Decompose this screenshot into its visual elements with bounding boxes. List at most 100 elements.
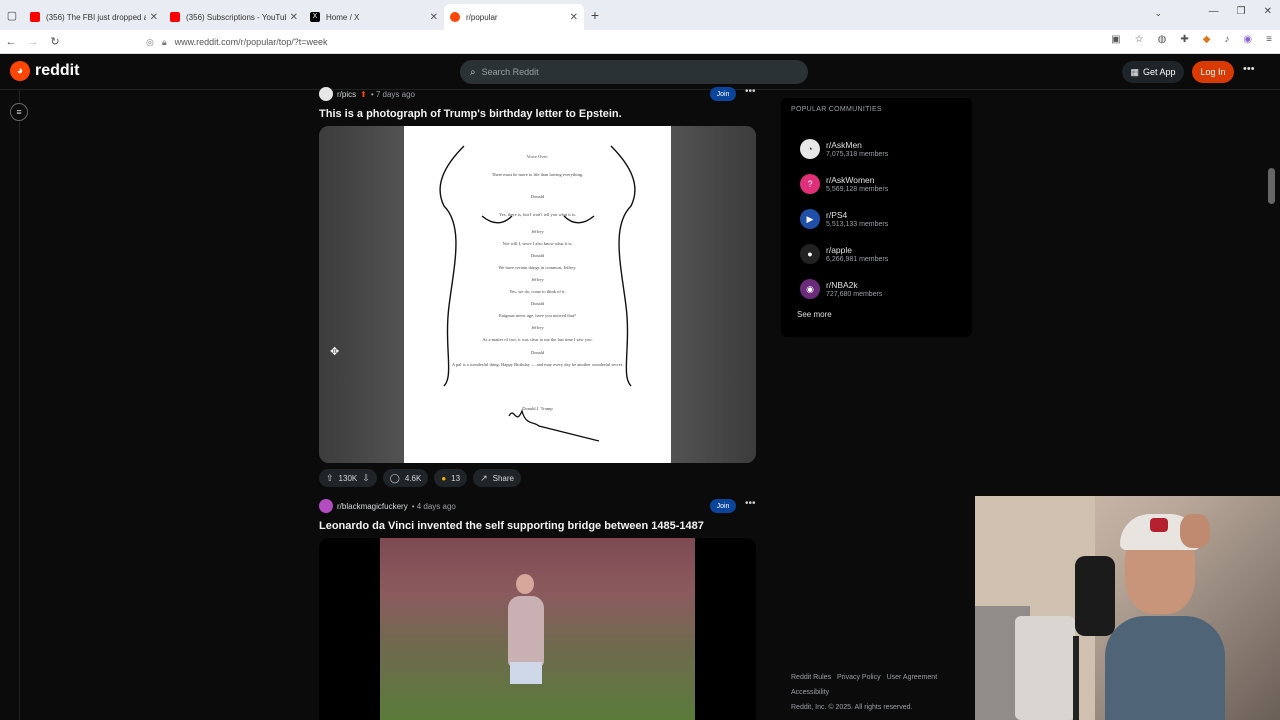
chevron-down-icon[interactable]: ⌄	[1154, 8, 1162, 19]
footer-link[interactable]: Reddit Rules	[791, 674, 831, 681]
url-text: www.reddit.com/r/popular/top/?t=week	[174, 37, 328, 47]
close-icon[interactable]: ✕	[150, 12, 158, 23]
share-button[interactable]: ↗ Share	[473, 469, 521, 487]
community-avatar: ?	[800, 174, 820, 194]
vote-count: 130K	[338, 473, 358, 483]
post-meta: r/blackmagicfuckery • 4 days ago	[319, 499, 456, 513]
tab-actions-icon[interactable]: ▢	[0, 0, 24, 30]
subreddit-avatar[interactable]	[319, 87, 333, 101]
url-field[interactable]: ◎ 🔒︎ www.reddit.com/r/popular/top/?t=wee…	[146, 33, 1066, 51]
letter-line: Jeffrey	[531, 229, 544, 234]
comment-count: 4.6K	[404, 473, 422, 483]
subreddit-link[interactable]: r/blackmagicfuckery	[337, 502, 408, 511]
back-arrow-icon[interactable]: ←	[0, 36, 22, 48]
star-icon[interactable]: ☆	[1135, 34, 1144, 45]
letter-line: Donald	[530, 350, 545, 355]
letter-line: We have certain things in common, Jeffre…	[498, 265, 577, 270]
search-input[interactable]: ⌕ Search Reddit	[460, 60, 808, 84]
community-item[interactable]: ? r/AskWomen 5,569,128 members	[800, 172, 960, 196]
forward-arrow-icon[interactable]: →	[22, 36, 44, 48]
hamburger-menu-icon[interactable]: ≡	[10, 103, 28, 121]
audio-icon[interactable]: ♪	[1224, 34, 1229, 45]
close-icon[interactable]: ✕	[430, 12, 438, 23]
more-options-icon[interactable]: •••	[1243, 63, 1255, 75]
webcam-person-body	[1105, 616, 1225, 720]
screenshot-icon[interactable]: ▣	[1111, 34, 1120, 45]
reddit-header: ◕ reddit ⌕ Search Reddit ▦ Get App Log I…	[0, 54, 1280, 90]
post-image[interactable]: Voice Over: There must be more to life t…	[319, 126, 756, 463]
community-name: r/AskWomen	[826, 174, 875, 185]
get-app-label: Get App	[1142, 67, 1176, 77]
comments-button[interactable]: ◯ 4.6K	[382, 469, 429, 487]
join-button[interactable]: Join	[710, 499, 736, 513]
letter-image: Voice Over: There must be more to life t…	[404, 126, 671, 463]
community-item[interactable]: ◉ r/NBA2k 727,680 members	[800, 277, 960, 301]
get-app-button[interactable]: ▦ Get App	[1122, 61, 1184, 83]
new-tab-button[interactable]: +	[584, 7, 606, 23]
downvote-icon[interactable]: ⇩	[362, 473, 370, 484]
community-item[interactable]: ▶ r/PS4 5,513,133 members	[800, 207, 960, 231]
minimize-icon[interactable]: —	[1209, 6, 1219, 17]
letter-line: Enigmas never age, have you noticed that…	[498, 313, 577, 318]
site-info-icon[interactable]: ◎	[146, 37, 154, 48]
award-button[interactable]: ● 13	[434, 469, 468, 487]
close-window-icon[interactable]: ✕	[1264, 6, 1272, 17]
scrollbar-thumb[interactable]	[1268, 168, 1275, 204]
browser-tab[interactable]: (356) Subscriptions - YouTube ✕	[164, 4, 304, 30]
community-members: 7,075,318 members	[826, 150, 889, 158]
browser-tab[interactable]: X Home / X ✕	[304, 4, 444, 30]
post-title[interactable]: Leonardo da Vinci invented the self supp…	[319, 520, 704, 532]
community-item[interactable]: ● r/apple 6,266,981 members	[800, 242, 960, 266]
webcam-chair	[1015, 616, 1075, 720]
letter-signature-name: Donald J. Trump	[522, 406, 553, 411]
post-actions: ⇧ 130K ⇩ ◯ 4.6K ● 13 ↗ Share	[319, 469, 521, 487]
reddit-icon	[450, 12, 460, 22]
subreddit-avatar[interactable]	[319, 499, 333, 513]
see-more-link[interactable]: See more	[797, 310, 832, 319]
close-icon[interactable]: ✕	[570, 12, 578, 23]
reddit-logo[interactable]: ◕ reddit	[10, 61, 79, 81]
community-name: r/NBA2k	[826, 279, 858, 290]
community-avatar: ●	[800, 244, 820, 264]
post-options-icon[interactable]: •••	[745, 498, 756, 509]
award-icon: ⬆	[360, 89, 367, 99]
tab-title: Home / X	[326, 12, 360, 22]
comment-icon: ◯	[389, 472, 400, 483]
close-icon[interactable]: ✕	[290, 12, 298, 23]
window-controls: — ❐ ✕	[1209, 6, 1272, 17]
post-title[interactable]: This is a photograph of Trump's birthday…	[319, 108, 622, 120]
join-button[interactable]: Join	[710, 87, 736, 101]
video-frame	[380, 538, 695, 720]
letter-line: There must be more to life than having e…	[491, 172, 584, 177]
assistant-icon[interactable]: ◉	[1243, 34, 1252, 45]
mouse-cursor-icon: ✥	[330, 346, 340, 358]
copyright: Reddit, Inc. © 2025. All rights reserved…	[791, 704, 913, 711]
community-item[interactable]: ◔ r/AskMen 7,075,318 members	[800, 137, 960, 161]
subreddit-link[interactable]: r/pics	[337, 90, 356, 99]
snoo-icon: ◕	[10, 61, 30, 81]
letter-line: A pal is a wonderful thing. Happy Birthd…	[451, 362, 624, 367]
letter-line: Yes, we do, come to think of it.	[509, 289, 566, 294]
browser-address-bar: ← → ↻ ◎ 🔒︎ www.reddit.com/r/popular/top/…	[0, 30, 1280, 54]
browser-toolbar: ▣ ☆ ◍ ✚ ◆ ♪ ◉ ≡	[1111, 34, 1272, 45]
extensions-icon[interactable]: ✚	[1180, 34, 1188, 45]
post-video[interactable]	[319, 538, 756, 720]
login-button[interactable]: Log In	[1192, 61, 1234, 83]
tab-title: r/popular	[466, 12, 498, 22]
webcam-overlay	[975, 496, 1280, 720]
footer-link[interactable]: User Agreement	[887, 674, 938, 681]
person-shorts	[510, 662, 542, 684]
metamask-icon[interactable]: ◆	[1203, 34, 1211, 45]
footer-link[interactable]: Accessibility	[791, 689, 829, 696]
post-options-icon[interactable]: •••	[745, 86, 756, 97]
menu-icon[interactable]: ≡	[1266, 34, 1272, 45]
browser-tab-active[interactable]: r/popular ✕	[444, 4, 584, 30]
browser-tab[interactable]: (356) The FBI just dropped a BO ✕	[24, 4, 164, 30]
reload-icon[interactable]: ↻	[44, 35, 66, 48]
account-icon[interactable]: ◍	[1158, 34, 1167, 45]
footer-link[interactable]: Privacy Policy	[837, 674, 881, 681]
letter-line: Donald	[530, 253, 545, 258]
letter-line: Voice Over:	[526, 154, 549, 159]
upvote-icon[interactable]: ⇧	[326, 473, 334, 484]
restore-icon[interactable]: ❐	[1237, 6, 1246, 17]
